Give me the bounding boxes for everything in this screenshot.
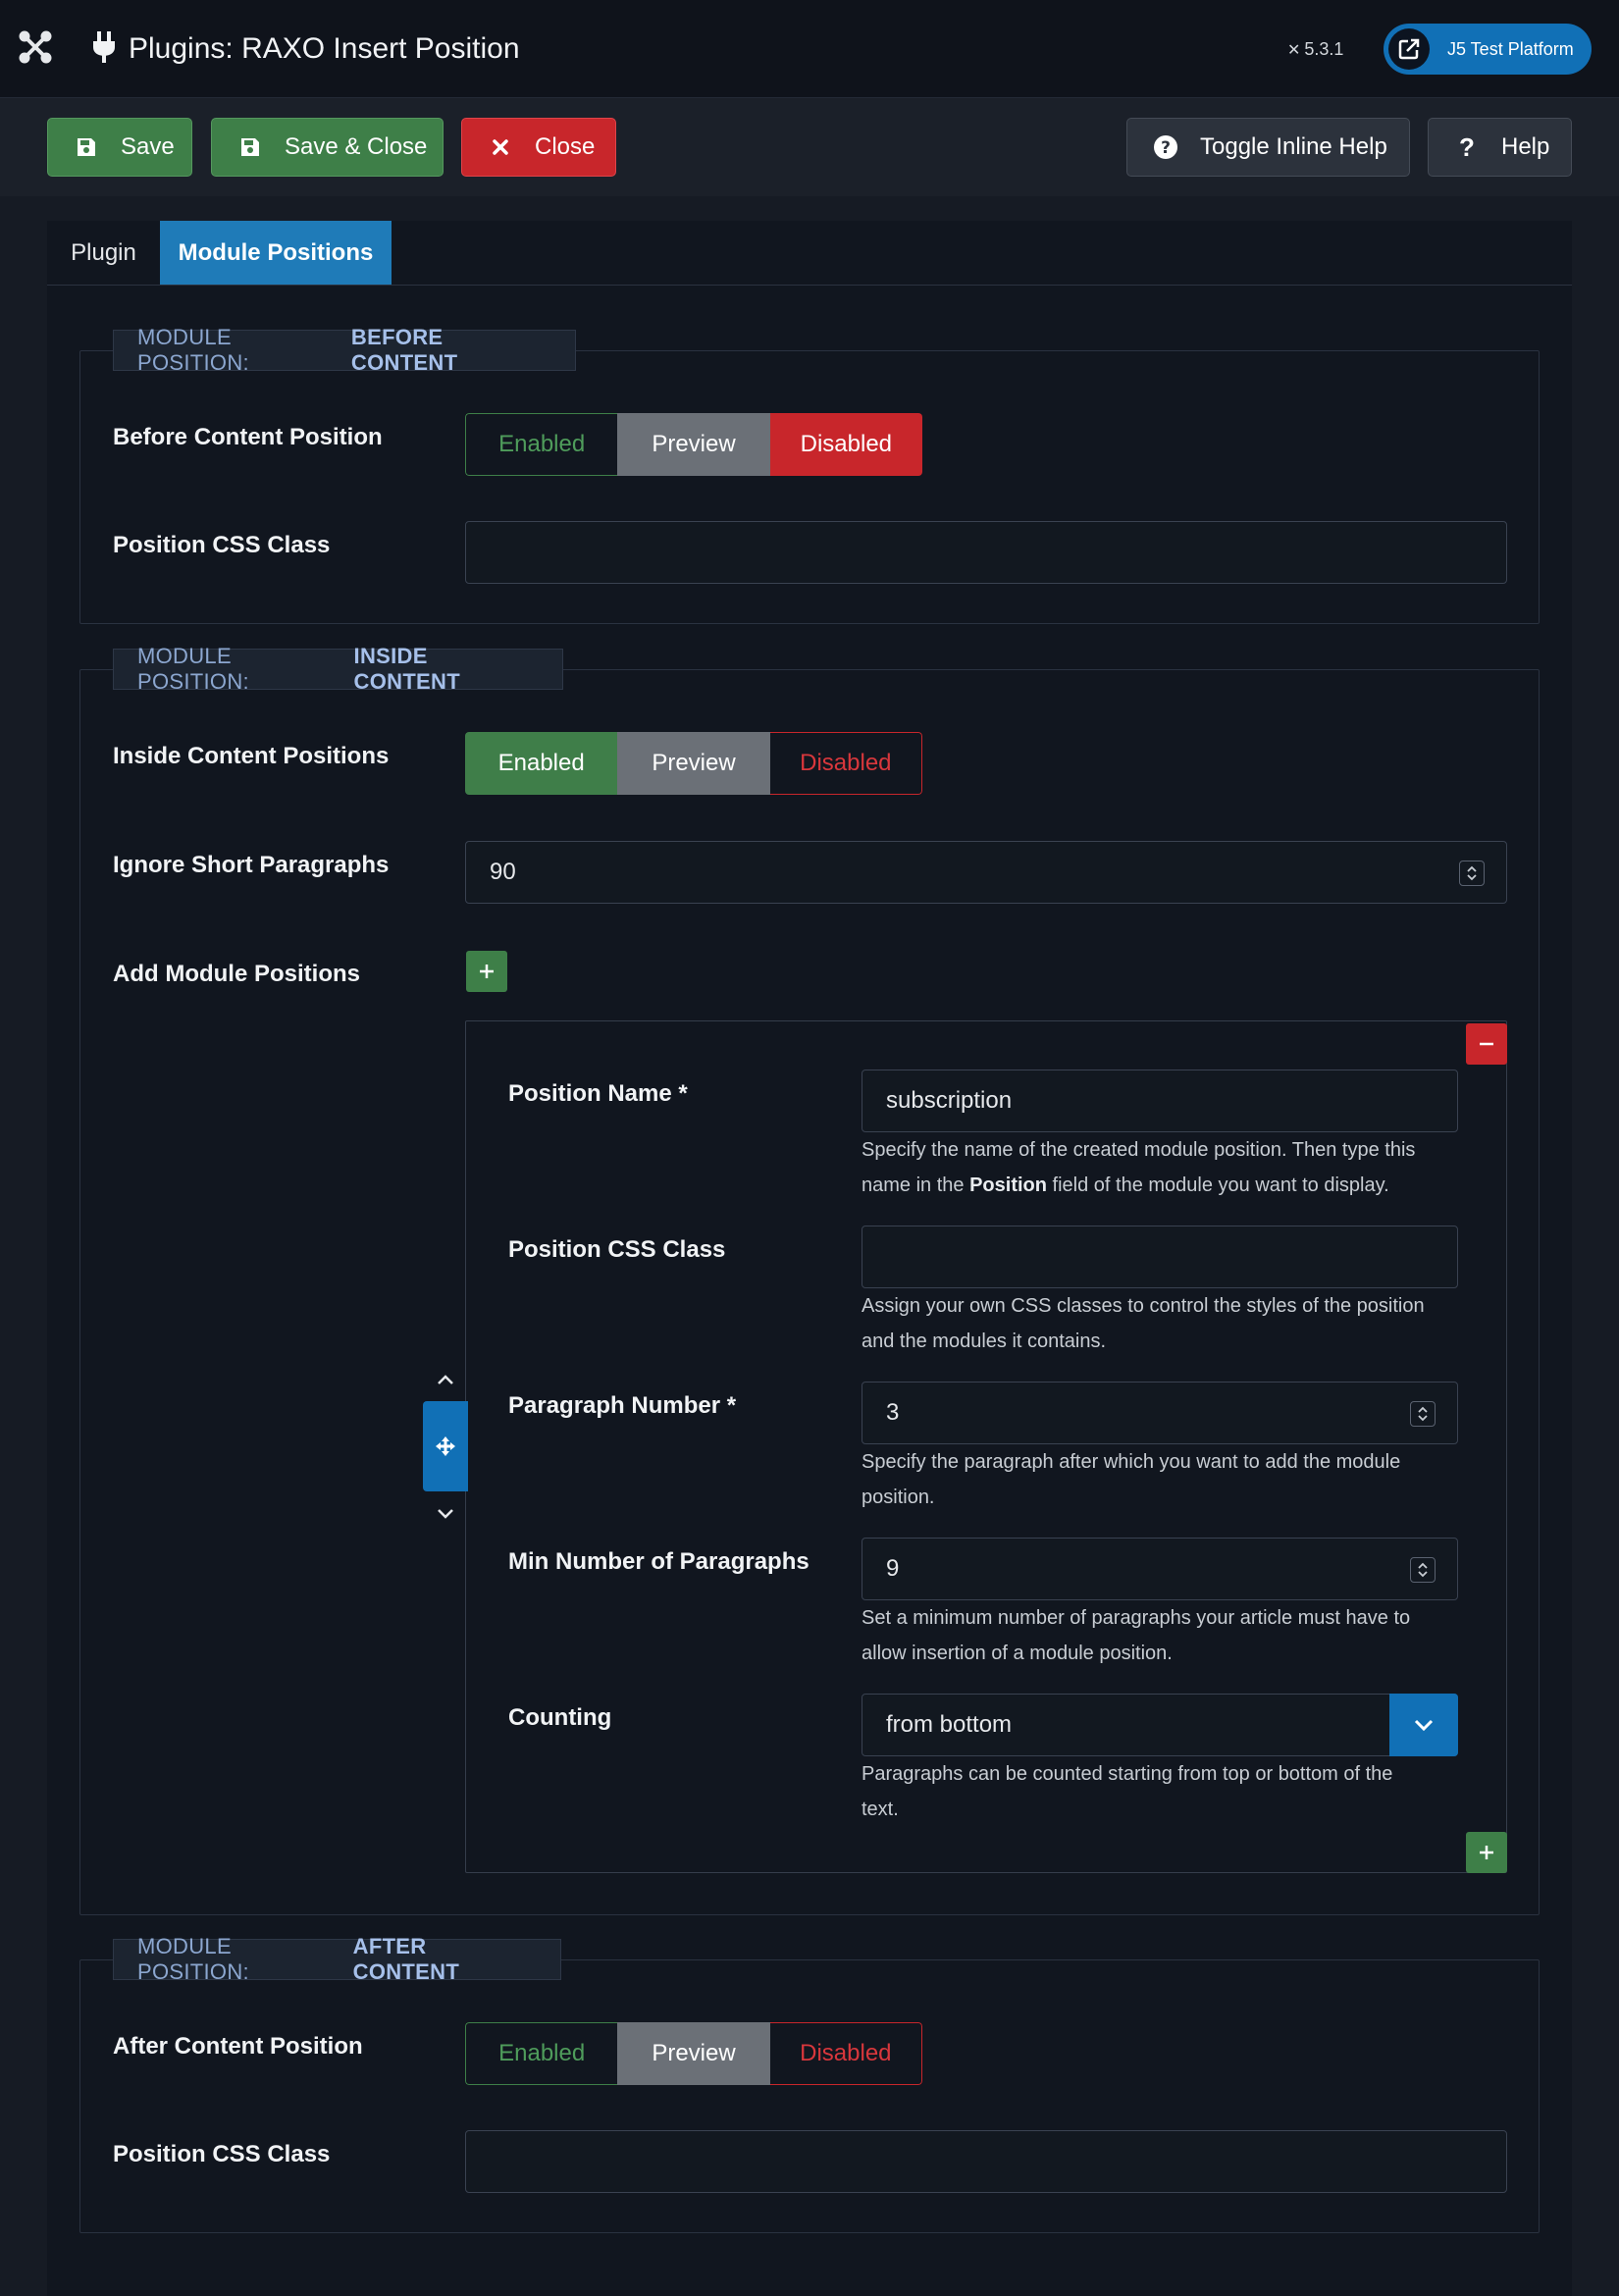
- help-button[interactable]: ? Help: [1428, 118, 1572, 177]
- site-link-label: J5 Test Platform: [1447, 38, 1574, 59]
- toggle-inline-help-button[interactable]: ? Toggle Inline Help: [1126, 118, 1410, 177]
- remove-row-button[interactable]: [1466, 1023, 1507, 1065]
- inside-preview-option[interactable]: Preview: [617, 732, 770, 795]
- row-css-class-label: Position CSS Class: [508, 1236, 726, 1263]
- move-icon: [436, 1436, 455, 1456]
- add-row-after-button[interactable]: [1466, 1832, 1507, 1873]
- legend-after-content: MODULE POSITION: AFTER CONTENT: [113, 1934, 561, 1984]
- chevron-down-icon[interactable]: [436, 1506, 455, 1522]
- save-close-label: Save & Close: [285, 133, 428, 160]
- after-css-class-input[interactable]: [465, 2130, 1507, 2193]
- save-icon: [237, 134, 263, 160]
- help-label: Help: [1501, 133, 1550, 160]
- row-css-class-help: Assign your own CSS classes to control t…: [862, 1295, 1425, 1352]
- save-close-button[interactable]: Save & Close: [211, 118, 444, 177]
- paragraph-number-input[interactable]: 3: [862, 1382, 1458, 1444]
- tab-plugin[interactable]: Plugin: [47, 221, 160, 286]
- before-preview-option[interactable]: Preview: [617, 413, 770, 476]
- spinner-arrows-icon[interactable]: [1410, 1557, 1436, 1583]
- after-css-class-label: Position CSS Class: [113, 2141, 331, 2167]
- plus-icon: [480, 965, 494, 978]
- question-icon: ?: [1459, 131, 1475, 162]
- move-row-handle[interactable]: [423, 1401, 468, 1491]
- after-enabled-option[interactable]: Enabled: [465, 2022, 618, 2085]
- before-css-class-label: Position CSS Class: [113, 532, 331, 558]
- plus-icon: [1480, 1846, 1493, 1859]
- chevron-up-icon[interactable]: [436, 1372, 455, 1387]
- min-paragraphs-input[interactable]: 9: [862, 1538, 1458, 1600]
- spinner-arrows-icon[interactable]: [1410, 1401, 1436, 1427]
- counting-select[interactable]: from bottom: [862, 1694, 1458, 1756]
- min-paragraphs-label: Min Number of Paragraphs: [508, 1548, 810, 1575]
- inside-enabled-option[interactable]: Enabled: [465, 732, 618, 795]
- row-css-class-input[interactable]: [862, 1226, 1458, 1288]
- tabs-divider: [47, 285, 1572, 286]
- after-content-position-label: After Content Position: [113, 2033, 363, 2060]
- after-preview-option[interactable]: Preview: [617, 2022, 770, 2085]
- header-bar: Plugins: RAXO Insert Position ✕ 5.3.1 J5 …: [0, 0, 1619, 98]
- paragraph-number-help: Specify the paragraph after which you wa…: [862, 1451, 1401, 1508]
- before-content-switch: Enabled Preview Disabled: [465, 413, 922, 476]
- svg-text:?: ?: [1161, 138, 1171, 158]
- version-label: ✕ 5.3.1: [1287, 39, 1344, 59]
- question-circle-icon: ?: [1153, 134, 1178, 160]
- toggle-help-label: Toggle Inline Help: [1200, 133, 1387, 160]
- save-icon: [74, 134, 99, 160]
- after-content-switch: Enabled Preview Disabled: [465, 2022, 922, 2085]
- before-content-position-label: Before Content Position: [113, 424, 383, 450]
- position-name-input[interactable]: subscription: [862, 1070, 1458, 1132]
- site-link-button[interactable]: J5 Test Platform: [1384, 24, 1592, 75]
- minus-icon: [1480, 1042, 1493, 1046]
- ignore-short-paragraphs-label: Ignore Short Paragraphs: [113, 852, 390, 878]
- position-name-label: Position Name *: [508, 1080, 688, 1107]
- joomla-mini-icon: ✕: [1287, 42, 1301, 59]
- ignore-short-paragraphs-input[interactable]: 90: [465, 841, 1507, 904]
- spinner-arrows-icon[interactable]: [1459, 861, 1485, 886]
- plug-icon: [93, 31, 115, 63]
- legend-before-content: MODULE POSITION: BEFORE CONTENT: [113, 325, 576, 375]
- save-label: Save: [121, 133, 175, 160]
- save-button[interactable]: Save: [47, 118, 192, 177]
- min-paragraphs-help: Set a minimum number of paragraphs your …: [862, 1607, 1411, 1664]
- counting-help: Paragraphs can be counted starting from …: [862, 1763, 1393, 1820]
- close-button[interactable]: Close: [461, 118, 616, 177]
- page-title: Plugins: RAXO Insert Position: [129, 32, 520, 65]
- close-x-icon: [488, 134, 513, 160]
- external-link-icon: [1388, 28, 1430, 70]
- joomla-logo-icon[interactable]: [18, 29, 53, 65]
- before-css-class-input[interactable]: [465, 521, 1507, 584]
- inside-content-switch: Enabled Preview Disabled: [465, 732, 922, 795]
- toolbar: Save Save & Close Close ? Toggle Inline …: [0, 98, 1619, 196]
- add-row-button[interactable]: [466, 951, 507, 992]
- inside-content-positions-label: Inside Content Positions: [113, 743, 390, 769]
- tab-module-positions[interactable]: Module Positions: [160, 221, 392, 286]
- chevron-down-icon[interactable]: [1389, 1694, 1458, 1756]
- paragraph-number-label: Paragraph Number *: [508, 1392, 737, 1419]
- add-module-positions-label: Add Module Positions: [113, 961, 360, 987]
- close-label: Close: [535, 133, 596, 160]
- counting-label: Counting: [508, 1704, 612, 1731]
- position-name-help: Specify the name of the created module p…: [862, 1139, 1416, 1196]
- before-disabled-option[interactable]: Disabled: [769, 413, 922, 476]
- before-enabled-option[interactable]: Enabled: [465, 413, 618, 476]
- legend-inside-content: MODULE POSITION: INSIDE CONTENT: [113, 644, 563, 694]
- after-disabled-option[interactable]: Disabled: [769, 2022, 922, 2085]
- inside-disabled-option[interactable]: Disabled: [769, 732, 922, 795]
